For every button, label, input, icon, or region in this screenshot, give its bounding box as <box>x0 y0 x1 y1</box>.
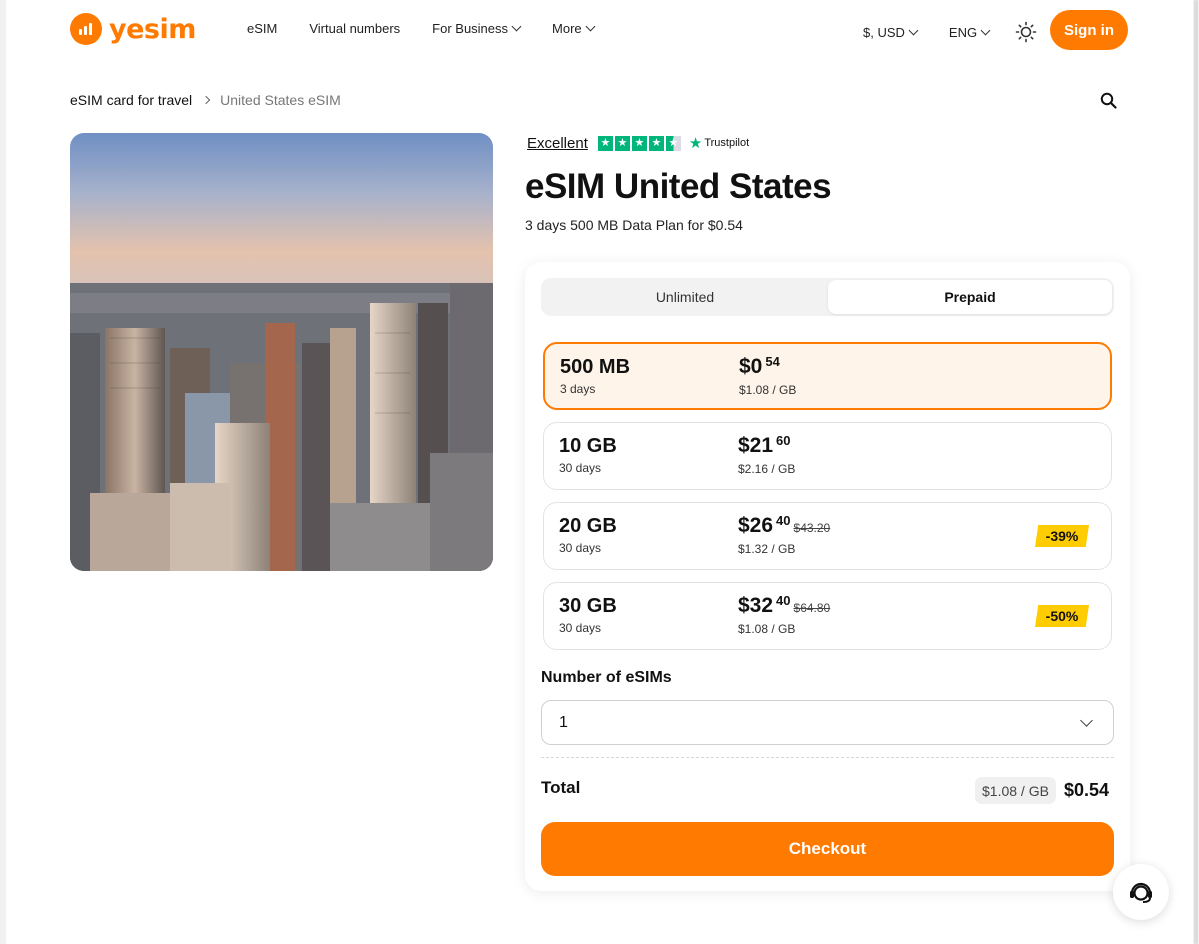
trustpilot-star-icon: ★ <box>688 135 703 152</box>
nav-esim[interactable]: eSIM <box>247 21 277 36</box>
plan-price: $32 40 $64.80 <box>738 593 831 617</box>
checkout-button[interactable]: Checkout <box>541 822 1114 876</box>
rating-stars: ★ ★ ★ ★ ★ <box>597 135 681 151</box>
plan-price-per-gb: $2.16 / GB <box>738 462 796 476</box>
trustpilot-star-icon: ★ <box>648 135 664 151</box>
chevron-down-icon <box>980 25 991 35</box>
trustpilot-rating[interactable]: Excellent ★ ★ ★ ★ ★ ★ Trustpilot <box>527 134 750 153</box>
plan-volume: 500 MB <box>560 356 631 378</box>
support-chat-button[interactable] <box>1113 864 1169 920</box>
plan-type-tabs: Unlimited Prepaid <box>541 278 1114 316</box>
plan-old-price: $64.80 <box>793 601 831 615</box>
search-icon[interactable] <box>1100 92 1117 109</box>
quantity-label: Number of eSIMs <box>541 669 672 686</box>
total-label: Total <box>541 778 581 797</box>
window-left-edge <box>0 0 6 944</box>
chevron-down-icon <box>908 25 919 35</box>
tab-prepaid[interactable]: Prepaid <box>828 280 1112 314</box>
scrollbar-thumb[interactable] <box>1194 0 1198 944</box>
sign-in-button[interactable]: Sign in <box>1050 10 1128 50</box>
plan-duration: 30 days <box>559 621 602 635</box>
quantity-value: 1 <box>559 713 568 731</box>
trustpilot-star-icon: ★ <box>614 135 630 151</box>
logo-text: yesim <box>109 13 196 45</box>
plan-price-per-gb: $1.08 / GB <box>738 622 796 636</box>
total-price: $0.54 <box>1064 780 1110 800</box>
plan-card: Unlimited Prepaid 500 MB 3 days $0 54 $1.… <box>525 262 1130 891</box>
plan-price-per-gb: $1.32 / GB <box>738 542 796 556</box>
destination-photo <box>70 133 493 571</box>
discount-badge: -50% <box>1035 605 1089 627</box>
plan-volume: 20 GB <box>559 515 617 537</box>
trustpilot-logo: ★ Trustpilot <box>688 135 750 152</box>
chevron-right-icon <box>201 95 211 105</box>
breadcrumb: eSIM card for travel United States eSIM <box>70 92 341 108</box>
trustpilot-star-icon: ★ <box>631 135 647 151</box>
plan-option[interactable]: 500 MB 3 days $0 54 $1.08 / GB <box>543 342 1112 410</box>
main-nav: eSIM Virtual numbers For Business More <box>247 21 596 36</box>
plan-price: $21 60 <box>738 433 791 457</box>
language-select[interactable]: ENG <box>949 25 991 40</box>
chevron-down-icon <box>1080 714 1093 727</box>
quantity-select[interactable]: 1 <box>541 700 1114 745</box>
nav-more[interactable]: More <box>552 21 596 36</box>
plan-volume: 10 GB <box>559 435 617 457</box>
chevron-down-icon <box>511 21 522 32</box>
total-per-gb: $1.08 / GB <box>975 777 1056 804</box>
plan-duration: 30 days <box>559 461 602 475</box>
scrollbar[interactable] <box>1193 0 1199 944</box>
plan-option[interactable]: 10 GB 30 days $21 60 $2.16 / GB <box>543 422 1112 490</box>
logo[interactable]: yesim <box>70 13 196 45</box>
tab-unlimited[interactable]: Unlimited <box>543 280 827 314</box>
plan-duration: 30 days <box>559 541 602 555</box>
sun-icon[interactable] <box>1015 21 1037 43</box>
plan-price-per-gb: $1.08 / GB <box>739 383 797 397</box>
page-title: eSIM United States <box>525 167 832 206</box>
header-tools: $, USD ENG <box>863 21 1037 43</box>
city-skyline-image <box>70 283 493 571</box>
support-agent-icon <box>1130 882 1152 903</box>
rating-text: Excellent <box>527 134 588 152</box>
trustpilot-star-icon: ★ <box>597 135 613 151</box>
plan-duration: 3 days <box>560 382 596 396</box>
trustpilot-star-icon: ★ <box>665 135 681 151</box>
plan-option[interactable]: 30 GB 30 days $32 40 $64.80 $1.08 / GB -50… <box>543 582 1112 650</box>
plan-old-price: $43.20 <box>793 521 831 535</box>
site-header: yesim eSIM Virtual numbers For Business … <box>6 0 1193 62</box>
chevron-down-icon <box>585 21 596 32</box>
nav-for-business[interactable]: For Business <box>432 21 522 36</box>
plan-price: $0 54 <box>739 354 780 378</box>
breadcrumb-parent-link[interactable]: eSIM card for travel <box>70 92 192 108</box>
currency-select[interactable]: $, USD <box>863 25 919 40</box>
divider <box>541 757 1114 758</box>
discount-badge: -39% <box>1035 525 1089 547</box>
plan-volume: 30 GB <box>559 595 617 617</box>
nav-virtual-numbers[interactable]: Virtual numbers <box>309 21 400 36</box>
yesim-logo-icon <box>70 13 102 45</box>
breadcrumb-current: United States eSIM <box>220 92 341 108</box>
plan-option[interactable]: 20 GB 30 days $26 40 $43.20 $1.32 / GB -39… <box>543 502 1112 570</box>
page-subtitle: 3 days 500 MB Data Plan for $0.54 <box>525 217 743 233</box>
plan-price: $26 40 $43.20 <box>738 513 831 537</box>
